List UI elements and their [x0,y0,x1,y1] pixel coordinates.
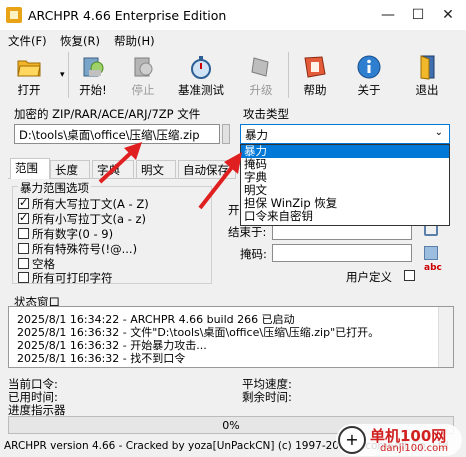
lowercase-checkbox[interactable]: 所有小写拉丁文(a - z) [18,211,146,227]
custom-checkbox[interactable] [404,270,418,283]
upgrade-button[interactable]: 升级 [238,54,284,100]
upgrade-label: 升级 [249,83,273,97]
attack-type-select[interactable]: 暴力 ⌄ [240,124,450,144]
lowercase-label: 所有小写拉丁文(a - z) [32,212,147,226]
tab-length[interactable]: 长度 [50,160,90,178]
mask-label: 掩码: [240,247,267,261]
space-label: 空格 [32,257,55,271]
attack-type-label: 攻击类型 [243,107,289,121]
maximize-button[interactable]: ☐ [408,5,428,25]
uppercase-label: 所有大写拉丁文(A - Z) [32,197,149,211]
checkbox-box[interactable] [18,243,29,254]
tab-range[interactable]: 范围 [10,158,50,179]
digits-label: 所有数字(0 - 9) [32,227,114,241]
attack-option-key[interactable]: 口令来自密钥 [241,210,449,223]
app-logo-icon [6,7,22,23]
chevron-down-icon: ⌄ [434,127,443,138]
archive-label: 加密的 ZIP/RAR/ACE/ARJ/7ZP 文件 [14,107,201,121]
open-label: 打开 [17,83,41,97]
watermark-url: danji100.com [380,443,448,454]
attack-option-mask[interactable]: 掩码 [241,158,449,171]
about-button[interactable]: 关于 [346,54,392,100]
attack-type-dropdown-list: 暴力 掩码 字典 明文 担保 WinZip 恢复 口令来自密钥 [240,144,450,226]
end-at-label: 结束于: [228,225,267,239]
benchmark-button[interactable]: 基准测试 [172,54,230,100]
stop-button[interactable]: 停止 [120,54,166,100]
range-group-label: 暴力范围选项 [18,180,91,196]
open-dropdown-icon[interactable]: ▾ [60,70,65,80]
printable-label: 所有可打印字符 [32,271,113,285]
exit-button[interactable]: 退出 [404,54,450,100]
menu-recovery[interactable]: 恢复(R) [60,33,100,49]
browse-button[interactable] [222,124,230,144]
stopwatch-icon [191,56,211,79]
attack-option-dictionary[interactable]: 字典 [241,171,449,184]
help-button[interactable]: 帮助 [292,54,338,100]
benchmark-label: 基准测试 [178,83,224,97]
open-button[interactable]: 打开 [6,54,52,100]
mask-options-icon[interactable] [424,246,438,260]
attack-type-value: 暴力 [245,128,268,142]
about-label: 关于 [357,83,381,97]
minimize-button[interactable]: — [378,5,398,25]
stop-label: 停止 [131,83,155,97]
folder-open-icon [17,60,41,77]
mask-input[interactable] [272,244,412,262]
start-label: 开始! [79,83,107,97]
exit-door-icon [420,55,435,80]
checkbox-box[interactable] [18,272,29,283]
remaining-time-label: 剩余时间: [242,390,292,404]
toolbar-separator [68,52,69,98]
plus-icon: + [338,426,366,454]
watermark: + 单机100网 danji100.com [336,424,462,456]
annotation-arrow-icon [198,152,242,210]
abc-charset-icon[interactable]: abc [424,264,442,273]
help-label: 帮助 [303,83,327,97]
menu-file[interactable]: 文件(F) [8,33,47,49]
status-log: 2025/8/1 16:34:22 - ARCHPR 4.66 build 26… [8,306,454,368]
exit-label: 退出 [415,83,439,97]
start-button[interactable]: 开始! [70,54,116,100]
window-title: ARCHPR 4.66 Enterprise Edition [28,8,227,23]
checkbox-box[interactable] [18,196,29,209]
info-icon [357,55,381,79]
toolbar-separator [288,52,289,98]
attack-option-bruteforce[interactable]: 暴力 [241,145,449,158]
uppercase-checkbox[interactable]: 所有大写拉丁文(A - Z) [18,196,149,212]
annotation-arrow-icon [98,142,142,184]
checkbox-box[interactable] [404,270,415,281]
custom-label: 用户定义 [346,270,392,284]
log-line: 2025/8/1 16:36:32 - 找不到口令 [17,352,186,365]
stop-icon [134,57,153,77]
printable-checkbox[interactable]: 所有可打印字符 [18,270,113,286]
run-icon [83,57,104,77]
special-checkbox[interactable]: 所有特殊符号(!@...) [18,241,137,257]
close-button[interactable]: ✕ [438,5,458,25]
checkbox-box[interactable] [18,211,29,224]
log-scrollbar[interactable] [438,307,453,367]
upgrade-icon [251,57,269,77]
digits-checkbox[interactable]: 所有数字(0 - 9) [18,226,113,242]
checkbox-box[interactable] [18,258,29,269]
menu-help[interactable]: 帮助(H) [114,33,155,49]
checkbox-box[interactable] [18,228,29,239]
help-icon [304,56,326,78]
special-label: 所有特殊符号(!@...) [32,242,138,256]
